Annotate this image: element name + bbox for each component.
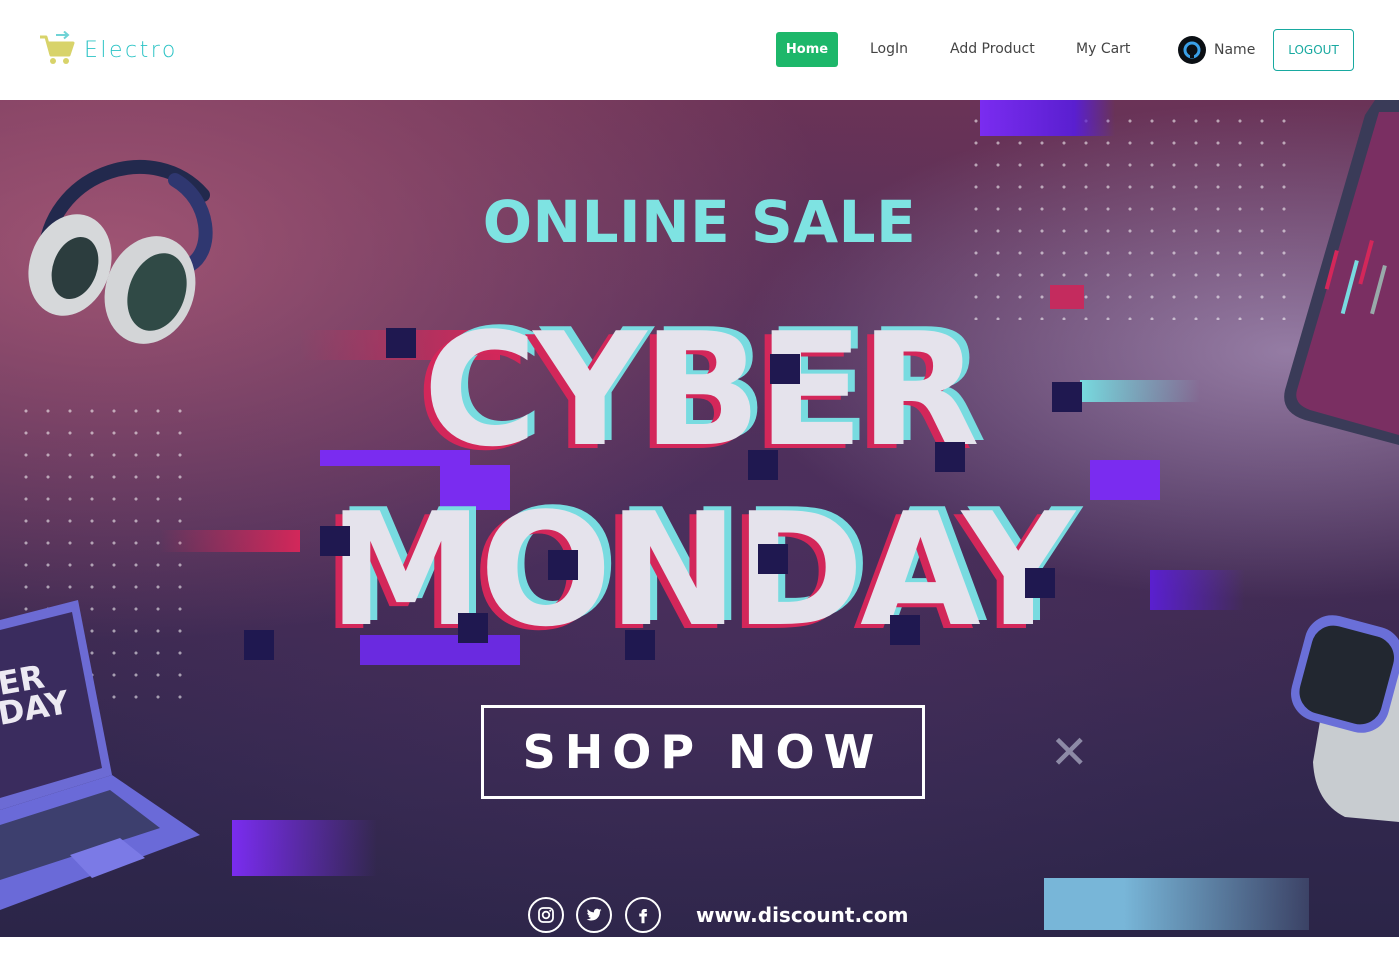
glitch-square: [758, 544, 788, 574]
user-name: Name: [1214, 42, 1256, 58]
glitch-stripe: [232, 820, 377, 876]
glitch-square: [244, 630, 274, 660]
glitch-square: [935, 442, 965, 472]
glitch-square: [1052, 382, 1082, 412]
brand-name: Electro: [84, 37, 178, 63]
facebook-icon[interactable]: [625, 897, 661, 933]
hero-banner[interactable]: ER DAY ONLINE SALE CYBER MONDAY SHOP NOW…: [0, 100, 1399, 937]
glitch-square: [320, 526, 350, 556]
user-avatar-icon: [1183, 41, 1201, 59]
cyber-heading: CYBER: [422, 299, 980, 481]
glitch-square: [890, 615, 920, 645]
nav-my-cart-link[interactable]: My Cart: [1076, 32, 1130, 67]
glitch-square: [625, 630, 655, 660]
nav-home-button[interactable]: Home: [776, 32, 838, 67]
x-mark-icon: ✕: [1050, 725, 1089, 779]
nav-add-product-link[interactable]: Add Product: [950, 32, 1035, 67]
cart-icon: [40, 31, 75, 64]
online-sale-heading: ONLINE SALE: [482, 188, 917, 256]
glitch-square: [770, 354, 800, 384]
brand-logo[interactable]: Electro: [38, 30, 178, 70]
logout-button[interactable]: LOGOUT: [1273, 29, 1354, 71]
twitter-icon[interactable]: [576, 897, 612, 933]
glitch-square: [458, 613, 488, 643]
top-navbar: Electro Home LogIn Add Product My Cart N…: [0, 0, 1399, 100]
avatar: [1178, 36, 1206, 64]
glitch-square: [1025, 568, 1055, 598]
monday-heading: MONDAY: [328, 479, 1075, 661]
user-profile[interactable]: Name: [1178, 35, 1255, 65]
discount-url: www.discount.com: [696, 903, 909, 927]
glitch-square: [548, 550, 578, 580]
glitch-stripe: [1044, 878, 1309, 930]
glitch-stripe: [1050, 285, 1084, 309]
glitch-square: [748, 450, 778, 480]
shop-now-button[interactable]: SHOP NOW: [481, 705, 925, 799]
instagram-icon[interactable]: [528, 897, 564, 933]
glitch-square: [386, 328, 416, 358]
glitch-stripe: [980, 100, 1115, 136]
nav-login-link[interactable]: LogIn: [870, 32, 908, 67]
